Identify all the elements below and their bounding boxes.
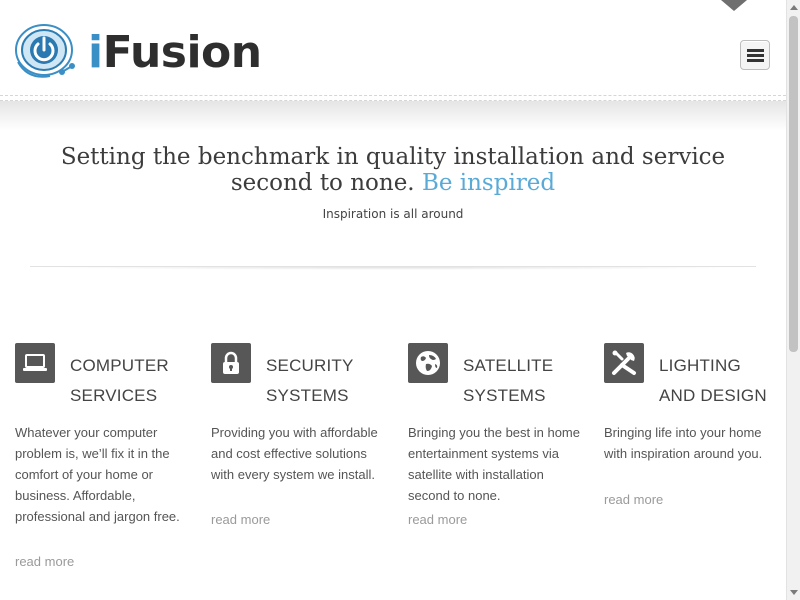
read-more-link[interactable]: read more [15,554,74,569]
site-logo[interactable]: iFusion [88,26,262,80]
service-description: Bringing you the best in home entertainm… [408,425,580,503]
vertical-scrollbar[interactable] [786,0,800,600]
service-title-line2: SERVICES [70,386,158,405]
hero-title: Setting the benchmark in quality install… [30,144,756,196]
service-title-line1: SATELLITE [463,356,554,375]
service-title-line2: SYSTEMS [266,386,349,405]
lock-icon [223,351,239,374]
hero-title-main: Setting the benchmark in quality install… [60,144,726,196]
globe-icon [416,351,440,375]
service-title: SATELLITE SYSTEMS [463,351,613,411]
logo-text-i: i [88,27,103,78]
laptop-icon [23,354,47,371]
menu-bar-icon [747,54,764,57]
site-header: iFusion [0,0,786,101]
service-icon-box [604,343,644,383]
scroll-thumb[interactable] [789,16,798,352]
service-icon-box [211,343,251,383]
top-notch-indicator [721,0,747,11]
service-title: LIGHTING AND DESIGN [659,351,800,411]
service-description: Bringing life into your home with inspir… [604,425,763,461]
menu-bar-icon [747,59,764,62]
service-title-line1: COMPUTER [70,356,169,375]
scroll-up-arrow-icon[interactable] [790,5,798,10]
service-description: Providing you with affordable and cost e… [211,425,378,482]
menu-bar-icon [747,49,764,52]
service-title-line2: AND DESIGN [659,386,767,405]
power-logo-icon[interactable] [14,22,80,80]
service-icon-box [408,343,448,383]
read-more-link[interactable]: read more [408,512,467,527]
tools-icon [612,350,636,375]
service-title-line2: SYSTEMS [463,386,546,405]
hero-divider [30,266,756,270]
service-icon-box [15,343,55,383]
read-more-link[interactable]: read more [211,512,270,527]
logo-text-rest: Fusion [102,27,263,78]
menu-button[interactable] [740,40,770,70]
service-description: Whatever your computer problem is, we’ll… [15,425,180,524]
service-title: COMPUTER SERVICES [70,351,220,411]
header-shadow [0,101,786,131]
service-title: SECURITY SYSTEMS [266,351,416,411]
service-title-line1: LIGHTING [659,356,741,375]
scroll-down-arrow-icon[interactable] [790,590,798,595]
service-title-line1: SECURITY [266,356,354,375]
hero-subtitle: Inspiration is all around [322,207,464,221]
hero-title-accent: Be inspired [421,170,556,196]
read-more-link[interactable]: read more [604,492,663,507]
